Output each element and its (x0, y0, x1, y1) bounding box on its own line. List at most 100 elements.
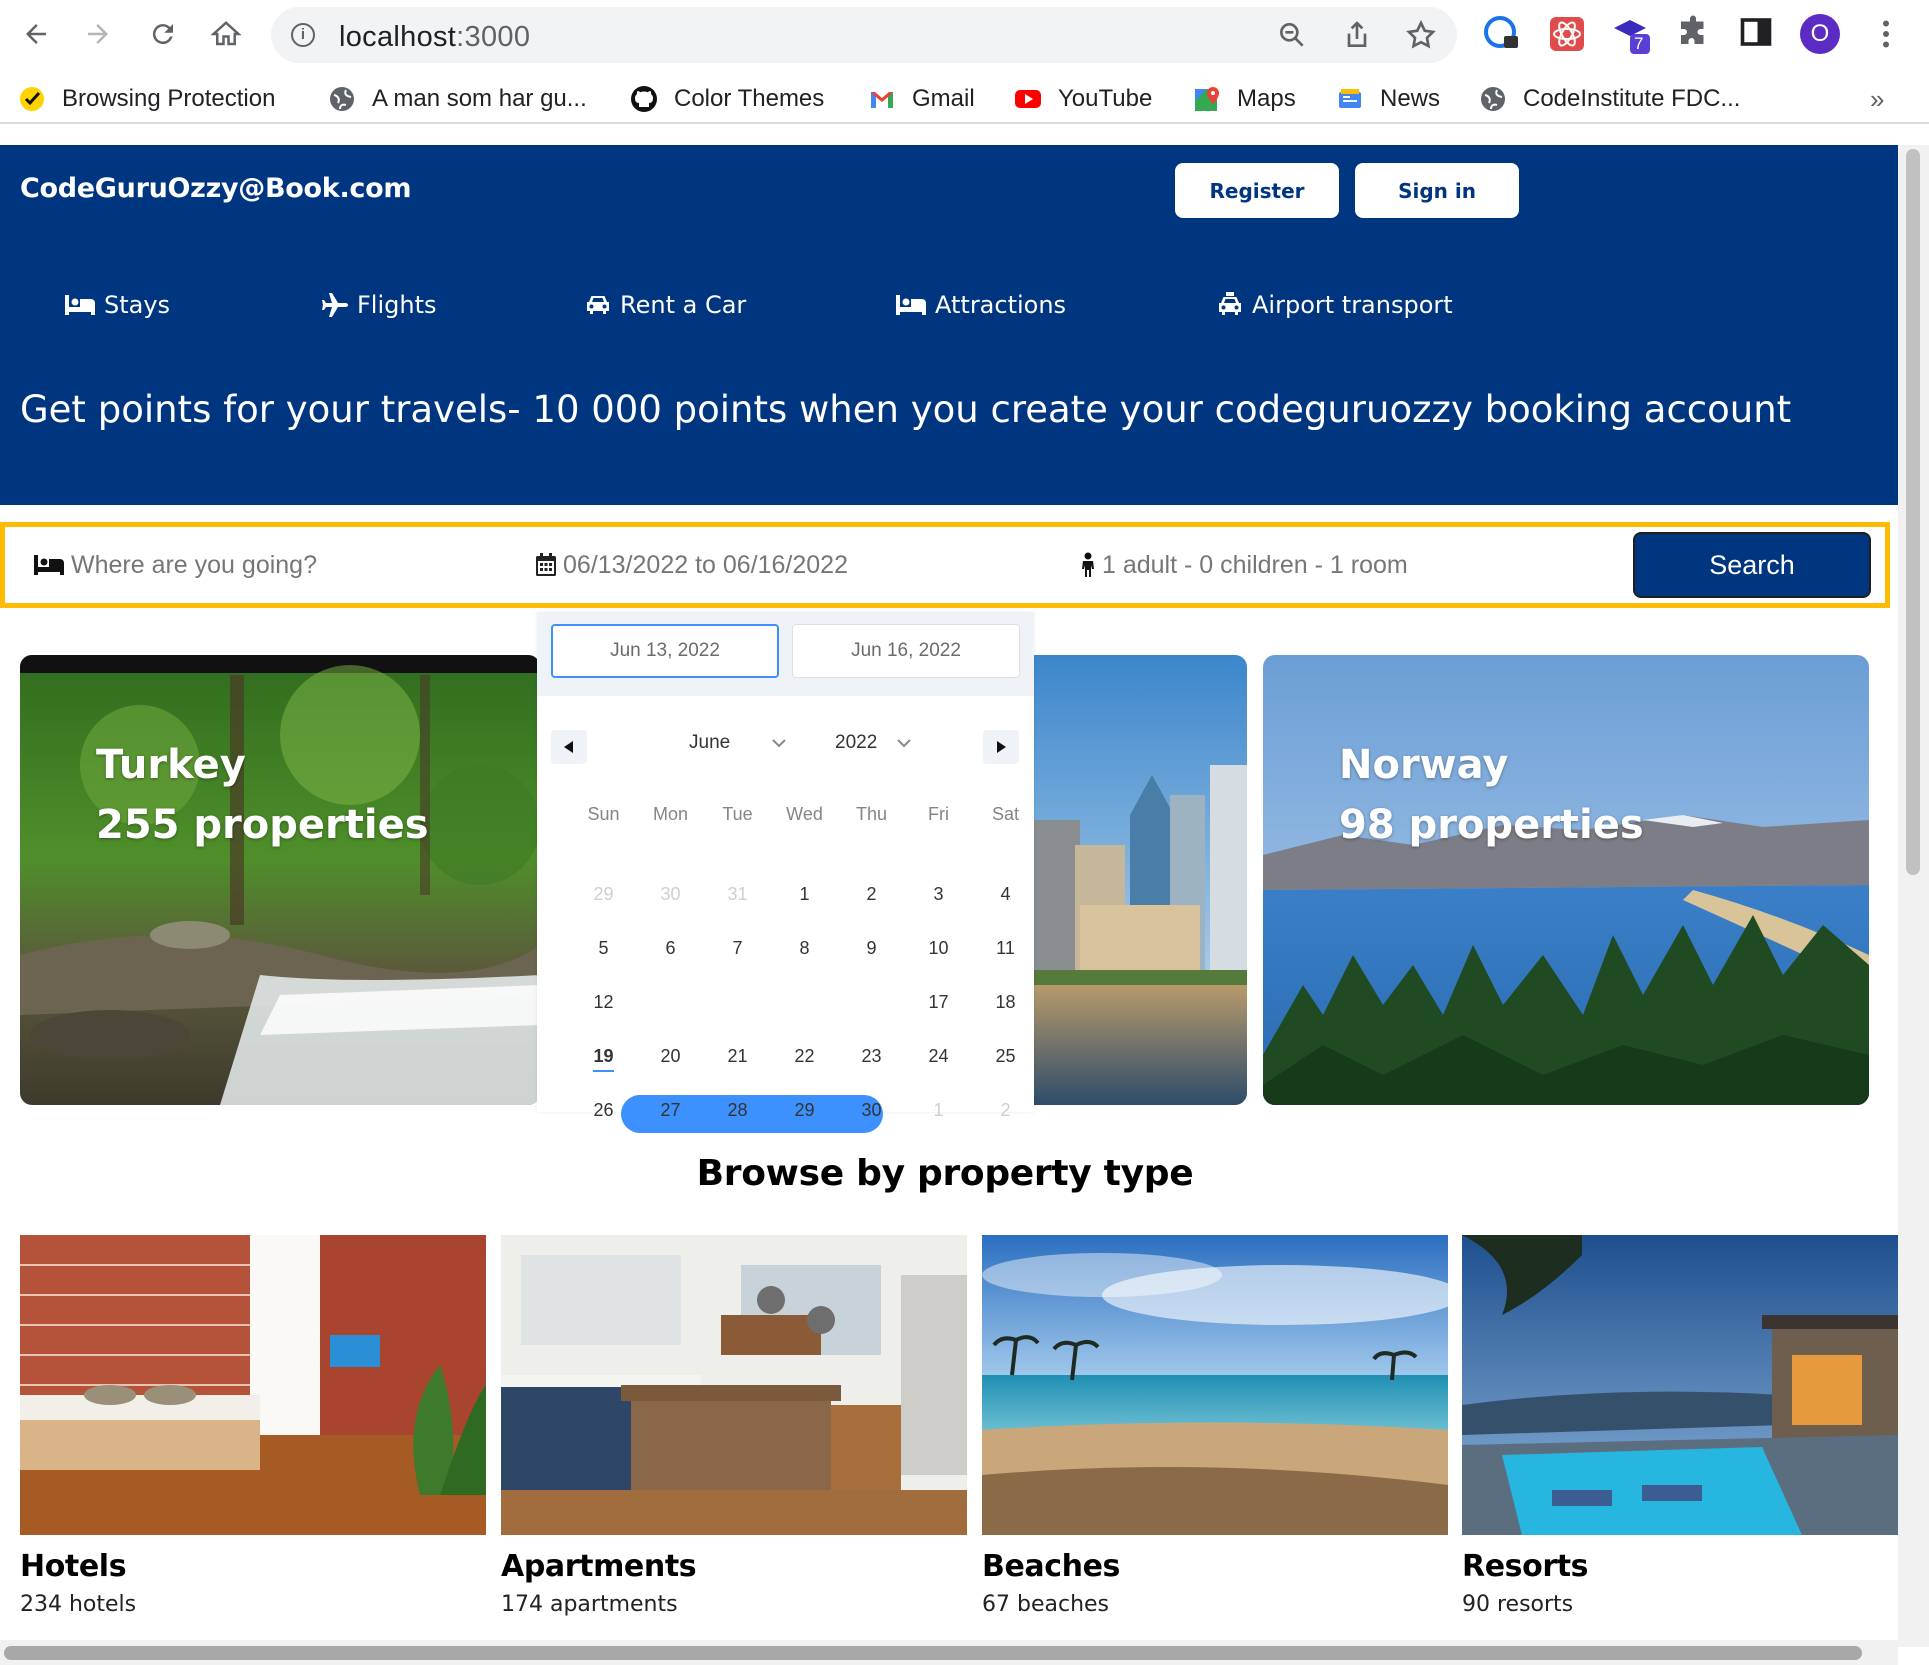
bookmark-codeinstitute[interactable]: CodeInstitute FDC... (1479, 84, 1740, 114)
end-date-field[interactable]: Jun 16, 2022 (792, 624, 1020, 678)
calendar-day[interactable]: 7 (704, 929, 771, 967)
profile-avatar[interactable]: O (1800, 14, 1840, 54)
calendar-day[interactable]: 29 (771, 1091, 838, 1129)
property-type-apartments[interactable]: Apartments 174 apartments (501, 1235, 967, 1617)
horizontal-scroll-thumb[interactable] (4, 1646, 1862, 1660)
react-devtools-extension-icon[interactable] (1547, 14, 1587, 54)
bookmark-news[interactable]: News (1336, 84, 1440, 114)
start-date-field[interactable]: Jun 13, 2022 (551, 624, 779, 678)
guests-field[interactable]: 1 adult - 0 children - 1 room (1080, 527, 1408, 603)
more-bookmarks-button[interactable]: » (1870, 84, 1884, 114)
calendar-day[interactable]: 28 (704, 1091, 771, 1129)
bookmark-label: A man som har gu... (372, 85, 587, 112)
site-info-icon[interactable]: i (291, 23, 315, 47)
home-button[interactable] (206, 14, 246, 54)
share-icon[interactable] (1341, 19, 1373, 51)
nav-item-rent-a-car[interactable]: Rent a Car (584, 291, 746, 319)
calendar-day[interactable]: 6 (637, 929, 704, 967)
year-value: 2022 (835, 732, 878, 753)
register-button[interactable]: Register (1175, 163, 1339, 218)
browser-menu-icon[interactable] (1868, 14, 1908, 54)
calendar-day[interactable]: 30 (637, 875, 704, 913)
search-button[interactable]: Search (1633, 532, 1871, 598)
calendar-day[interactable]: 17 (905, 983, 972, 1021)
bookmark-gmail[interactable]: Gmail (868, 84, 975, 114)
calendar-day[interactable]: 4 (972, 875, 1039, 913)
calendar-day[interactable]: 31 (704, 875, 771, 913)
vertical-scrollbar[interactable] (1898, 145, 1929, 1647)
calendar-day[interactable]: 1 (905, 1091, 972, 1129)
bookmark-man-som-har[interactable]: A man som har gu... (328, 84, 587, 114)
bookmark-color-themes[interactable]: Color Themes (630, 84, 824, 114)
guests-text: 1 adult - 0 children - 1 room (1102, 550, 1408, 579)
nav-item-airport-transport[interactable]: Airport transport (1216, 291, 1453, 319)
bookmark-star-icon[interactable] (1405, 19, 1437, 51)
property-type-beaches[interactable]: Beaches 67 beaches (982, 1235, 1448, 1617)
prev-month-button[interactable] (551, 730, 587, 764)
date-range-field[interactable]: 06/13/2022 to 06/16/2022 (535, 527, 848, 603)
calendar-day[interactable]: 19 (570, 1037, 637, 1075)
next-month-button[interactable] (983, 730, 1019, 764)
site-logo[interactable]: CodeGuruOzzy@Book.com (20, 173, 411, 204)
graduation-extension-icon[interactable]: 7 (1612, 14, 1652, 54)
calendar-day[interactable]: 24 (905, 1037, 972, 1075)
nav-item-attractions[interactable]: Attractions (895, 291, 1066, 319)
calendar-icon (536, 553, 556, 576)
destination-field[interactable]: Where are you going? (33, 527, 317, 603)
year-select[interactable]: 2022 (835, 732, 911, 754)
calendar-day[interactable]: 14 (704, 983, 771, 1021)
calendar-day[interactable]: 23 (838, 1037, 905, 1075)
side-panel-icon[interactable] (1738, 14, 1778, 54)
calendar-day[interactable]: 29 (570, 875, 637, 913)
zoom-icon[interactable] (1276, 19, 1308, 51)
calendar-day[interactable]: 20 (637, 1037, 704, 1075)
url-text[interactable]: localhost:3000 (339, 21, 530, 54)
nav-item-flights[interactable]: Flights (321, 291, 437, 319)
calendar-day[interactable]: 26 (570, 1091, 637, 1129)
calendar-day[interactable]: 10 (905, 929, 972, 967)
calendar-day[interactable]: 1 (771, 875, 838, 913)
calendar-day[interactable]: 15 (771, 983, 838, 1021)
calendar-day[interactable]: 2 (838, 875, 905, 913)
featured-card-turkey[interactable]: Turkey 255 properties (20, 655, 540, 1105)
forward-button[interactable] (78, 14, 118, 54)
calendar-day[interactable]: 25 (972, 1037, 1039, 1075)
horizontal-scrollbar[interactable] (0, 1640, 1898, 1665)
month-select[interactable]: June (689, 732, 786, 754)
featured-card-norway[interactable]: Norway 98 properties (1263, 655, 1869, 1105)
maps-icon (1195, 87, 1219, 111)
calendar-day[interactable]: 11 (972, 929, 1039, 967)
bookmark-browsing-protection[interactable]: Browsing Protection (18, 84, 275, 114)
featured-card-city[interactable] (1020, 655, 1247, 1105)
bookmark-youtube[interactable]: YouTube (1014, 84, 1152, 114)
nav-item-stays[interactable]: Stays (64, 291, 170, 319)
calendar-day[interactable]: 3 (905, 875, 972, 913)
bookmark-maps[interactable]: Maps (1193, 84, 1296, 114)
waterfall-image (20, 655, 540, 1105)
address-bar[interactable]: i localhost:3000 (271, 7, 1457, 63)
news-icon (1339, 89, 1361, 108)
calendar-day[interactable]: 2 (972, 1091, 1039, 1129)
extensions-puzzle-icon[interactable] (1675, 14, 1715, 54)
calendar-day[interactable]: 13 (637, 983, 704, 1021)
calendar-day[interactable]: 16 (838, 983, 905, 1021)
date-range-picker: Jun 13, 2022 Jun 16, 2022 June 2022 Sun … (537, 612, 1034, 1133)
property-type-hotels[interactable]: Hotels 234 hotels (20, 1235, 486, 1617)
calendar-day[interactable]: 30 (838, 1091, 905, 1129)
property-type-resorts[interactable]: Resorts 90 resorts (1462, 1235, 1898, 1617)
reload-button[interactable] (143, 14, 183, 54)
vertical-scroll-thumb[interactable] (1906, 149, 1920, 875)
signin-button[interactable]: Sign in (1355, 163, 1519, 218)
calendar-day[interactable]: 22 (771, 1037, 838, 1075)
password-manager-extension-icon[interactable] (1482, 14, 1522, 54)
calendar-day[interactable]: 27 (637, 1091, 704, 1129)
back-button[interactable] (16, 14, 56, 54)
calendar-day[interactable]: 12 (570, 983, 637, 1021)
calendar-day[interactable]: 21 (704, 1037, 771, 1075)
calendar-day[interactable]: 18 (972, 983, 1039, 1021)
calendar-day[interactable]: 9 (838, 929, 905, 967)
triangle-left-icon (564, 741, 573, 753)
calendar-day[interactable]: 8 (771, 929, 838, 967)
weekday-label: Mon (652, 804, 688, 824)
calendar-day[interactable]: 5 (570, 929, 637, 967)
